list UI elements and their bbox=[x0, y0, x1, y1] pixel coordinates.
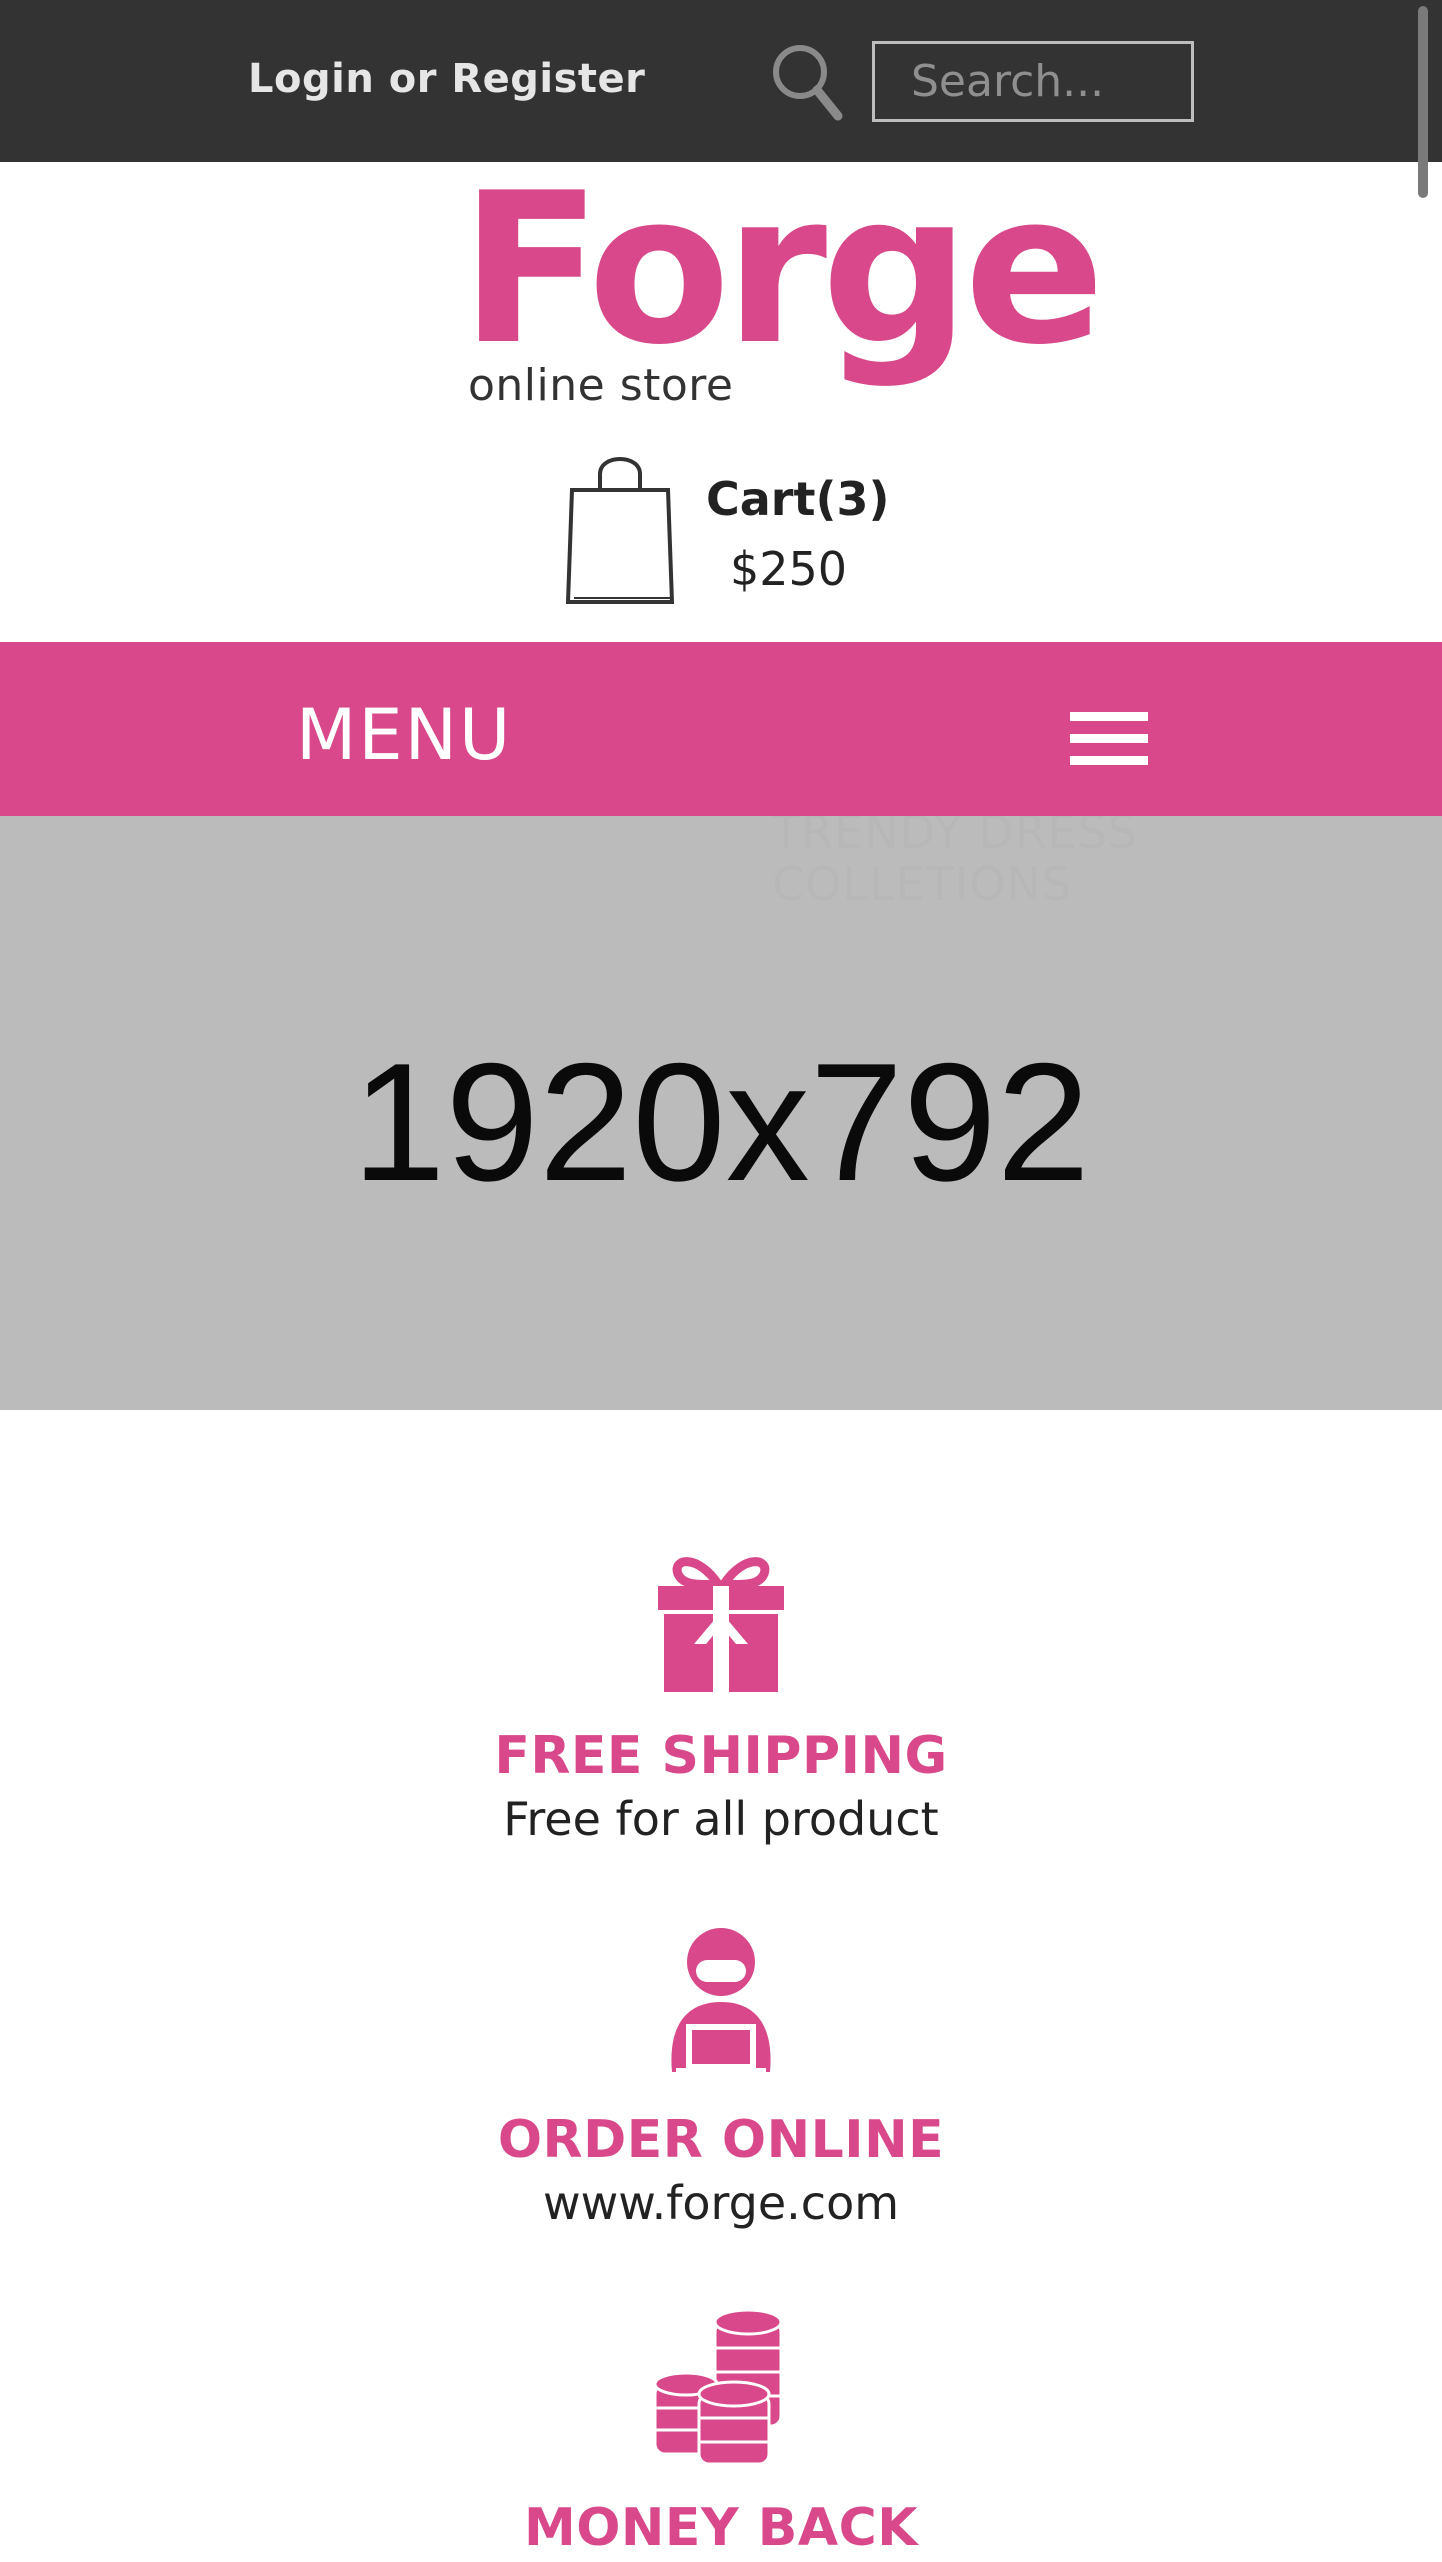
banner-dimensions-text: 1920x792 bbox=[351, 1028, 1091, 1216]
logo-subtitle: online store bbox=[468, 360, 734, 411]
login-register-link[interactable]: Login or Register bbox=[248, 56, 645, 102]
feature-free-shipping: FREE SHIPPING Free for all product bbox=[0, 1548, 1442, 1846]
logo-wordmark: Forge bbox=[460, 149, 1105, 391]
banner-caption-line2: COLLETIONS bbox=[772, 857, 1073, 911]
coins-icon bbox=[653, 2308, 783, 2466]
feature-subtitle: www.forge.com bbox=[542, 2176, 900, 2230]
support-agent-icon bbox=[671, 1928, 771, 2074]
feature-money-back: MONEY BACK bbox=[0, 2308, 1442, 2558]
cart-label[interactable]: Cart(3) bbox=[706, 472, 890, 526]
gift-icon bbox=[658, 1557, 784, 1692]
menu-bar[interactable]: MENU bbox=[0, 642, 1442, 816]
search-icon[interactable] bbox=[770, 42, 844, 122]
search-input[interactable] bbox=[872, 41, 1194, 122]
feature-title: ORDER ONLINE bbox=[497, 2110, 945, 2170]
feature-title: MONEY BACK bbox=[523, 2498, 919, 2558]
feature-order-online: ORDER ONLINE www.forge.com bbox=[0, 1926, 1442, 2230]
top-bar: Login or Register bbox=[0, 0, 1442, 162]
feature-subtitle: Free for all product bbox=[503, 1792, 939, 1846]
menu-label[interactable]: MENU bbox=[296, 694, 512, 776]
shopping-bag-icon[interactable] bbox=[564, 448, 676, 608]
feature-title: FREE SHIPPING bbox=[494, 1726, 948, 1786]
hamburger-menu-icon[interactable] bbox=[1070, 712, 1148, 766]
cart-total: $250 bbox=[730, 542, 848, 596]
banner-caption: TRENDY DRESS COLLETIONS bbox=[772, 816, 1192, 910]
banner-caption-line1: TRENDY DRESS bbox=[772, 816, 1139, 859]
scrollbar[interactable] bbox=[1418, 6, 1428, 198]
hero-banner-placeholder: TRENDY DRESS COLLETIONS 1920x792 bbox=[0, 816, 1442, 1410]
site-logo[interactable]: Forge online store bbox=[460, 166, 1105, 422]
